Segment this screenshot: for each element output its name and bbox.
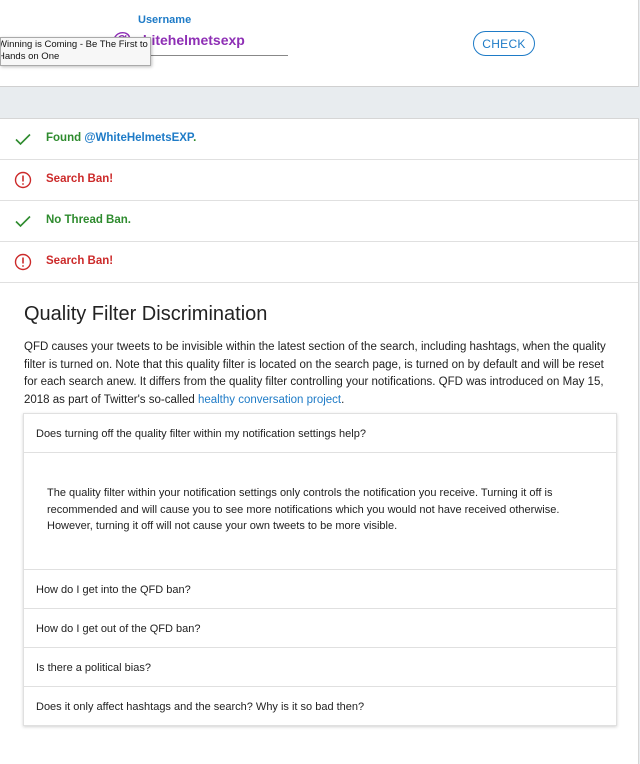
result-text: Found @WhiteHelmetsEXP. bbox=[46, 132, 197, 144]
result-text: No Thread Ban. bbox=[46, 214, 131, 226]
results-panel: Found @WhiteHelmetsEXP. Search Ban! No T… bbox=[0, 118, 639, 764]
alert-circle-icon bbox=[14, 253, 32, 271]
tooltip-line-2: Hands on One bbox=[0, 51, 60, 62]
faq-question-5[interactable]: Does it only affect hashtags and the sea… bbox=[24, 687, 616, 725]
user-handle-link[interactable]: @WhiteHelmetsEXP bbox=[84, 132, 193, 144]
result-row-search-ban-2: Search Ban! bbox=[0, 242, 638, 283]
check-icon bbox=[15, 215, 31, 228]
check-button[interactable]: CHECK bbox=[473, 31, 535, 56]
result-text: Search Ban! bbox=[46, 173, 114, 185]
tooltip: Winning is Coming - Be The First to Get … bbox=[0, 37, 151, 66]
healthy-conversation-link[interactable]: healthy conversation project bbox=[198, 394, 341, 406]
check-icon bbox=[15, 133, 31, 146]
result-text: Search Ban! bbox=[46, 255, 114, 267]
faq-answer-1: The quality filter within your notificat… bbox=[24, 453, 616, 570]
result-row-found: Found @WhiteHelmetsEXP. bbox=[0, 119, 638, 160]
result-row-search-ban: Search Ban! bbox=[0, 160, 638, 201]
faq-question-4[interactable]: Is there a political bias? bbox=[24, 648, 616, 687]
faq-question-1[interactable]: Does turning off the quality filter with… bbox=[24, 414, 616, 453]
tooltip-line-1: Winning is Coming - Be The First to Get bbox=[0, 39, 151, 50]
section-description: QFD causes your tweets to be invisible w… bbox=[24, 341, 606, 406]
header-panel: Username @ whitehelmetsexp CHECK Winning… bbox=[0, 0, 639, 87]
section-title: Quality Filter Discrimination bbox=[24, 303, 268, 325]
faq-accordion: Does turning off the quality filter with… bbox=[23, 413, 617, 726]
alert-circle-icon bbox=[14, 171, 32, 189]
faq-question-3[interactable]: How do I get out of the QFD ban? bbox=[24, 609, 616, 648]
username-label: Username bbox=[138, 14, 192, 26]
faq-question-2[interactable]: How do I get into the QFD ban? bbox=[24, 570, 616, 609]
result-row-thread-ban: No Thread Ban. bbox=[0, 201, 638, 242]
